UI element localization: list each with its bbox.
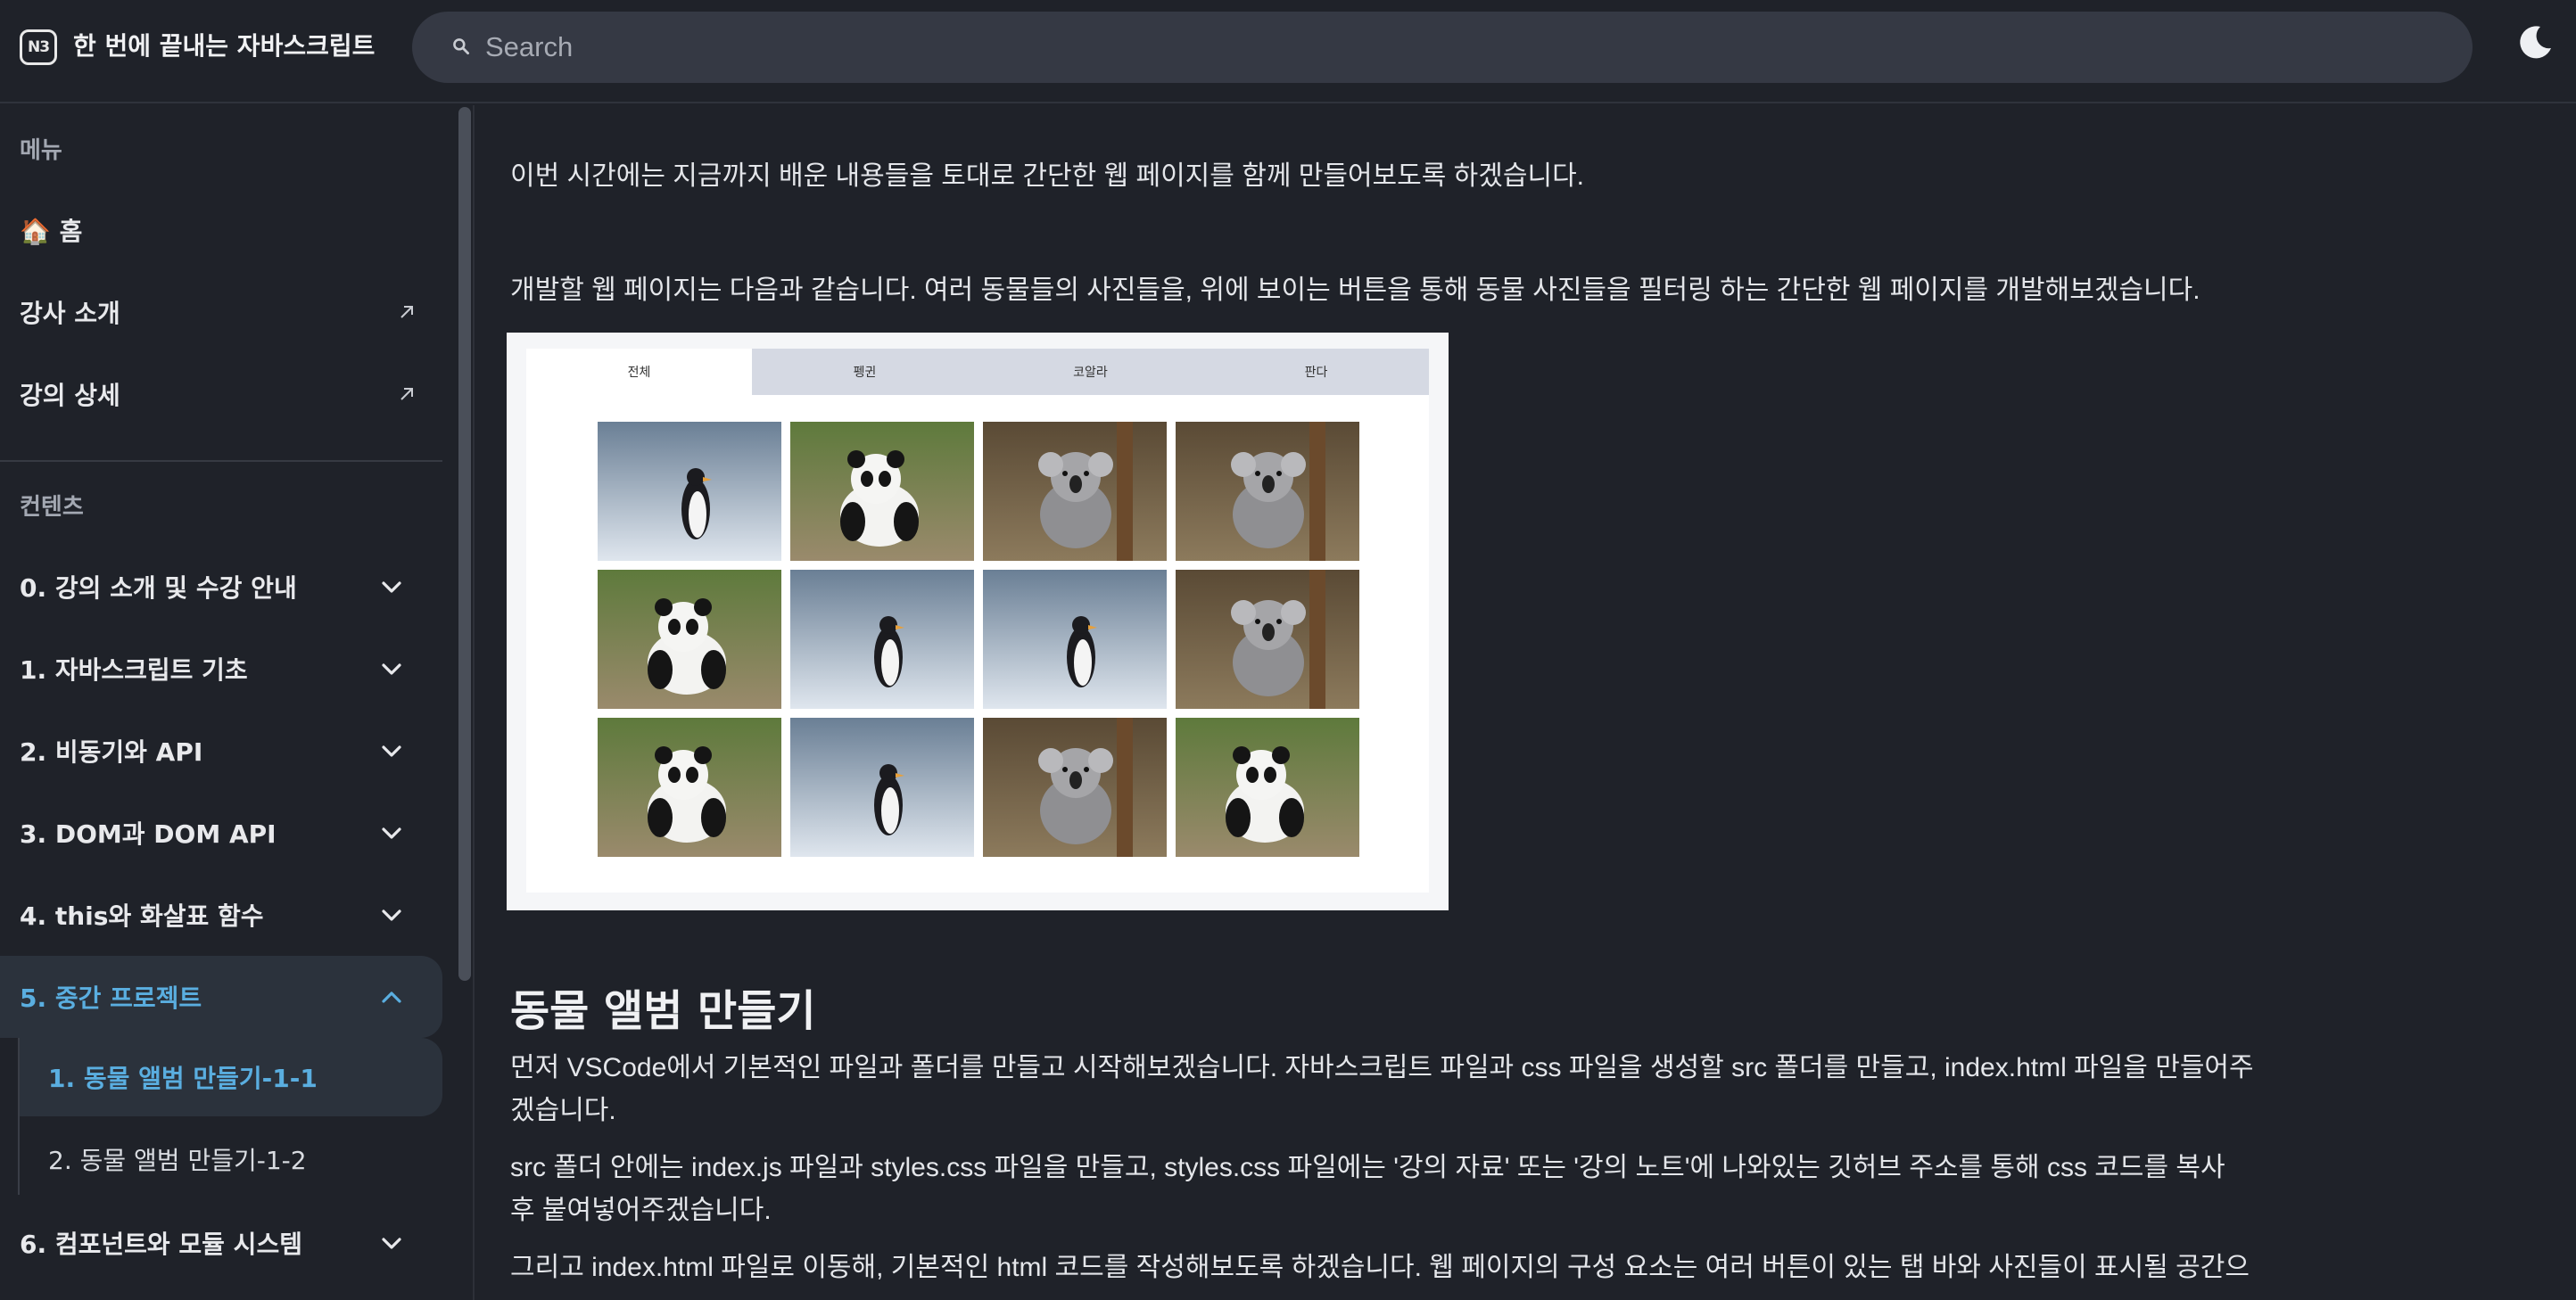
sidebar-divider (0, 460, 442, 462)
sidebar-item-course-detail[interactable]: 강의 상세 (0, 357, 442, 432)
panda-photo (598, 570, 781, 709)
koala-photo (1176, 422, 1359, 561)
search-icon (453, 38, 469, 54)
search-input[interactable] (485, 28, 2430, 67)
paragraph-2-line-2: 후 붙여넣어주겠습니다. (510, 1196, 772, 1225)
penguin-photo (790, 718, 974, 857)
sidebar-item-label: 3. DOM과 DOM API (20, 819, 277, 849)
demo-page: 전체 펭귄 코알라 판다 (526, 349, 1429, 893)
section-heading: 동물 앨범 만들기 (510, 986, 816, 1036)
external-link-icon (400, 306, 413, 318)
search-bar[interactable] (412, 12, 2473, 83)
moon-icon[interactable] (2514, 21, 2556, 64)
panda-photo (1176, 718, 1359, 857)
site-logo[interactable]: N3 (20, 29, 57, 65)
sidebar-chapter-1[interactable]: 1. 자바스크립트 기초 (0, 631, 442, 706)
chevron-down-icon[interactable] (378, 904, 405, 926)
koala-photo (983, 718, 1167, 857)
description-paragraph: 개발할 웹 페이지는 다음과 같습니다. 여러 동물들의 사진들을, 위에 보이… (510, 276, 2200, 305)
sidebar-chapter-3[interactable]: 3. DOM과 DOM API (0, 795, 442, 870)
sidebar-item-label: 0. 강의 소개 및 수강 안내 (20, 573, 297, 603)
sidebar-item-label: 강의 상세 (20, 381, 120, 410)
demo-tab-bar: 전체 펭귄 코알라 판다 (526, 349, 1429, 395)
external-link-icon (400, 388, 413, 400)
sidebar-item-label: 강사 소개 (20, 299, 120, 328)
sidebar-item-label: 2. 동물 앨범 만들기-1-2 (48, 1146, 307, 1175)
sidebar-item-label: 1. 동물 앨범 만들기-1-1 (48, 1064, 318, 1093)
chevron-down-icon[interactable] (378, 1232, 405, 1254)
paragraph-3-line-1: 그리고 index.html 파일로 이동해, 기본적인 html 코드를 작성… (510, 1253, 2250, 1282)
penguin-photo (790, 570, 974, 709)
content-section-label: 컨텐츠 (20, 494, 84, 521)
chevron-up-icon[interactable] (378, 986, 405, 1008)
sidebar-chapter-2[interactable]: 2. 비동기와 API (0, 713, 442, 788)
sidebar: 메뉴 🏠 홈 강사 소개 강의 상세 컨텐츠 0. 강의 소개 및 수강 안내 … (0, 105, 455, 1300)
demo-tab-panda: 판다 (1203, 349, 1429, 395)
sidebar-item-label: 1. 자바스크립트 기초 (20, 655, 248, 685)
sidebar-chapter-6[interactable]: 6. 컴포넌트와 모듈 시스템 (0, 1205, 442, 1280)
sidebar-item-home[interactable]: 🏠 홈 (0, 193, 442, 267)
paragraph-2-line-1: src 폴더 안에는 index.js 파일과 styles.css 파일을 만… (510, 1153, 2225, 1182)
sidebar-item-instructor[interactable]: 강사 소개 (0, 275, 442, 350)
sidebar-chapter-0[interactable]: 0. 강의 소개 및 수강 안내 (0, 549, 442, 624)
chevron-down-icon[interactable] (378, 576, 405, 597)
panda-photo (790, 422, 974, 561)
penguin-photo (598, 422, 781, 561)
sidebar-chapter-4[interactable]: 4. this와 화살표 함수 (0, 877, 442, 952)
demo-tab-penguin: 펭귄 (752, 349, 978, 395)
chevron-down-icon[interactable] (378, 740, 405, 761)
chevron-down-icon[interactable] (378, 822, 405, 843)
paragraph-1-line-2: 겠습니다. (510, 1096, 616, 1125)
intro-paragraph: 이번 시간에는 지금까지 배운 내용들을 토대로 간단한 웹 페이지를 함께 만… (510, 161, 1585, 191)
top-header: N3 한 번에 끝내는 자바스크립트 (0, 0, 2576, 103)
chevron-down-icon[interactable] (378, 658, 405, 679)
sidebar-item-label: 2. 비동기와 API (20, 737, 203, 767)
sidebar-chapter-5[interactable]: 5. 중간 프로젝트 (0, 956, 442, 1038)
sidebar-item-label: 🏠 홈 (20, 217, 83, 246)
demo-tab-all: 전체 (526, 349, 752, 395)
sidebar-item-label: 6. 컴포넌트와 모듈 시스템 (20, 1230, 302, 1259)
sidebar-scrollbar-thumb[interactable] (458, 107, 471, 981)
panda-photo (598, 718, 781, 857)
koala-photo (1176, 570, 1359, 709)
paragraph-1-line-1: 먼저 VSCode에서 기본적인 파일과 폴더를 만들고 시작해보겠습니다. 자… (510, 1053, 2254, 1082)
demo-screenshot: 전체 펭귄 코알라 판다 (507, 333, 1449, 910)
penguin-photo (983, 570, 1167, 709)
sidebar-item-label: 5. 중간 프로젝트 (20, 983, 202, 1013)
site-title[interactable]: 한 번에 끝내는 자바스크립트 (73, 27, 375, 62)
sidebar-subitem-animal-album-1-2[interactable]: 2. 동물 앨범 만들기-1-2 (20, 1120, 442, 1198)
main-content: 이번 시간에는 지금까지 배운 내용들을 토대로 간단한 웹 페이지를 함께 만… (475, 105, 2576, 1300)
koala-photo (983, 422, 1167, 561)
demo-photo-grid (598, 422, 1365, 857)
sidebar-subitem-animal-album-1-1[interactable]: 1. 동물 앨범 만들기-1-1 (20, 1038, 442, 1116)
demo-tab-koala: 코알라 (978, 349, 1203, 395)
menu-section-label: 메뉴 (20, 137, 62, 164)
sidebar-item-label: 4. this와 화살표 함수 (20, 901, 264, 931)
